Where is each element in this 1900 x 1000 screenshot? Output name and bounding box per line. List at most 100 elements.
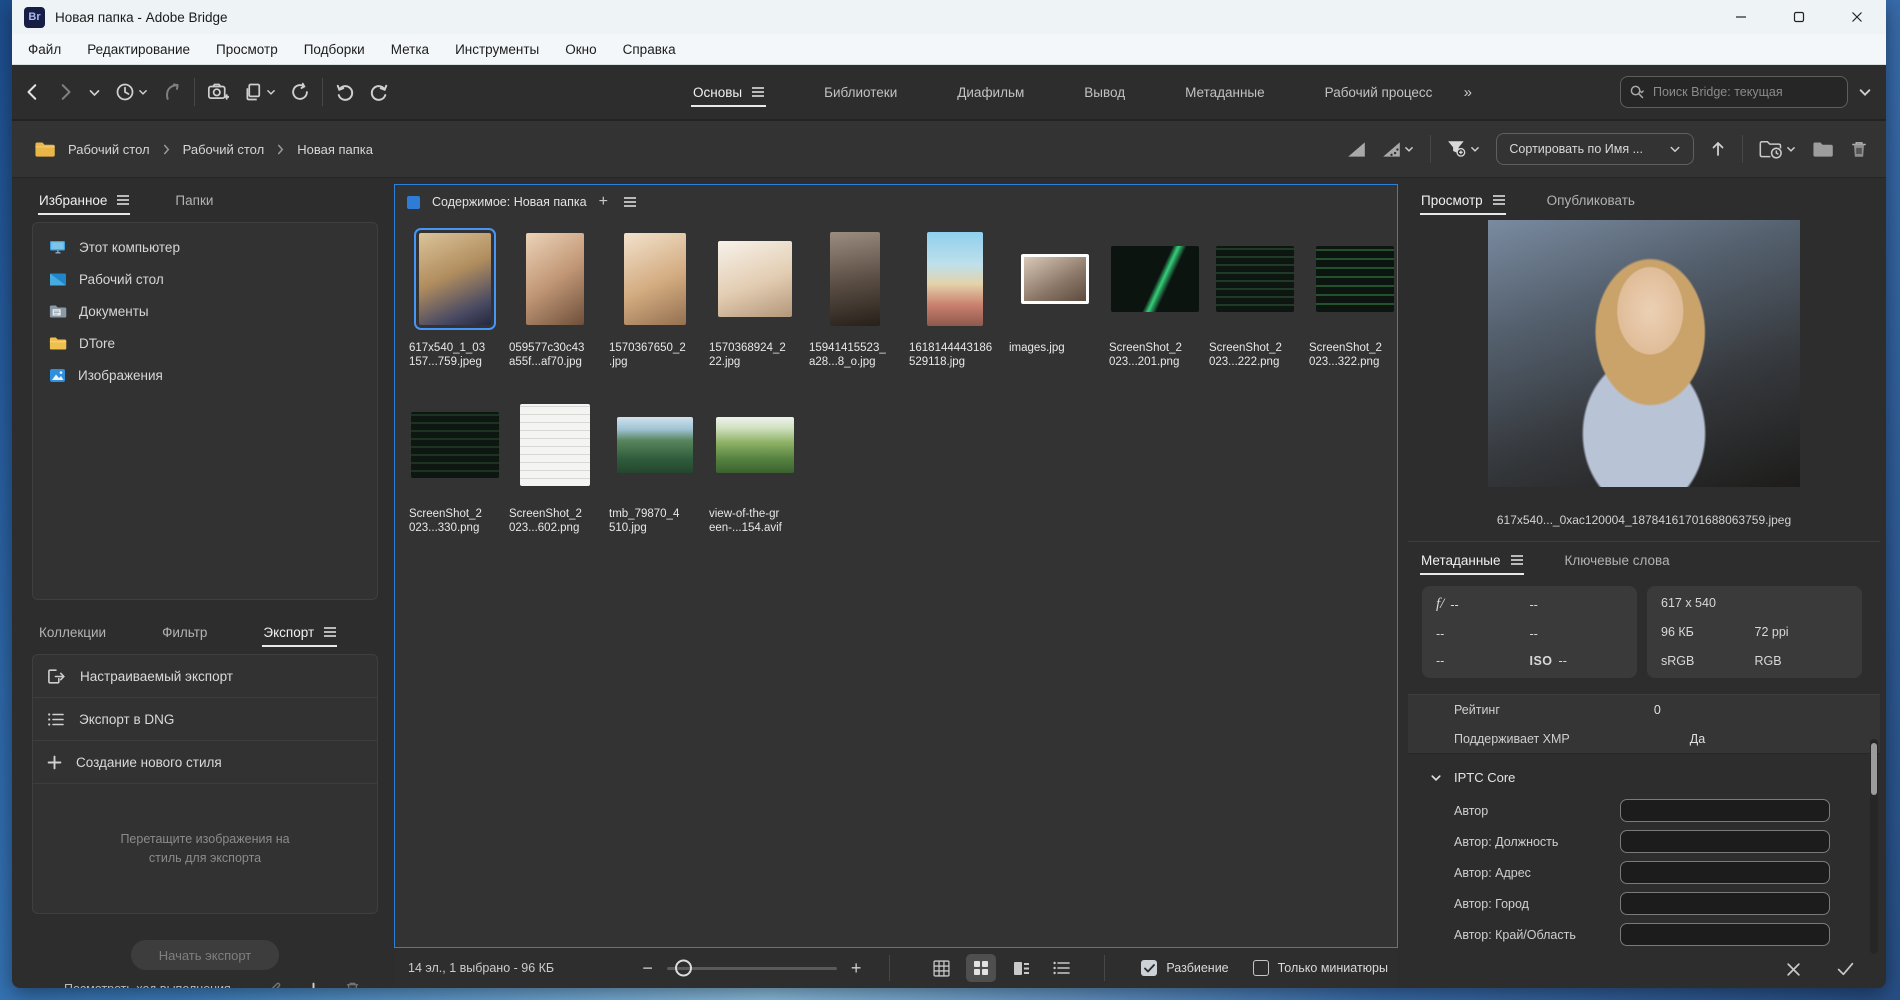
tab-publish[interactable]: Опубликовать — [1546, 187, 1636, 214]
export-row-new-preset[interactable]: Создание нового стиля — [33, 741, 377, 784]
thumbnail-item[interactable]: images.jpg — [1005, 229, 1105, 369]
menu-window[interactable]: Окно — [565, 42, 596, 57]
menu-view[interactable]: Просмотр — [216, 42, 278, 57]
select-all-icon[interactable] — [407, 195, 420, 209]
edit-pencil-icon[interactable] — [266, 981, 282, 988]
thumbnail-item[interactable]: ScreenShot_2 023...222.png — [1205, 229, 1305, 369]
thumbnail-image[interactable] — [1316, 246, 1394, 312]
thumbnail-image[interactable] — [1111, 246, 1199, 312]
favorites-item-documents[interactable]: Документы — [33, 295, 377, 327]
thumbnail-size-slider[interactable] — [666, 959, 837, 977]
revert-icon[interactable] — [162, 82, 182, 102]
panel-menu-icon[interactable] — [623, 201, 636, 203]
menu-tools[interactable]: Инструменты — [455, 42, 539, 57]
quality-ramp-icon[interactable] — [1347, 141, 1366, 158]
tab-favorites[interactable]: Избранное — [38, 187, 131, 215]
slider-knob[interactable] — [674, 959, 692, 977]
thumbnail-item[interactable]: 15941415523_ a28...8_o.jpg — [805, 229, 905, 369]
favorites-item-pictures[interactable]: Изображения — [33, 359, 377, 391]
panel-menu-icon[interactable] — [1492, 199, 1505, 201]
thumbnail-image[interactable] — [520, 404, 590, 486]
thumbnail-image[interactable] — [1216, 246, 1294, 312]
thumbnails-only-toggle[interactable]: Только миниатюры — [1252, 960, 1388, 976]
search-scope-chevron-icon[interactable] — [1858, 85, 1872, 99]
menu-stacks[interactable]: Подборки — [304, 42, 365, 57]
thumbnail-item[interactable]: 1570367650_2 .jpg — [605, 229, 705, 369]
rotate-left-icon[interactable] — [335, 82, 355, 102]
breadcrumb-item-current[interactable]: Новая папка — [297, 142, 373, 157]
workspace-tab-filmstrip[interactable]: Диафильм — [955, 70, 1026, 115]
tab-export[interactable]: Экспорт — [262, 619, 337, 647]
minimize-button[interactable] — [1712, 0, 1770, 34]
tab-folders[interactable]: Папки — [174, 187, 214, 214]
thumbnail-image[interactable] — [716, 417, 794, 473]
iptc-creator-city-input[interactable] — [1620, 892, 1830, 915]
thumbnail-image[interactable] — [718, 241, 792, 317]
thumbnail-item[interactable]: ScreenShot_2 023...330.png — [405, 395, 505, 535]
tab-metadata[interactable]: Метаданные — [1420, 547, 1524, 575]
thumbnail-item[interactable]: ScreenShot_2 023...322.png — [1305, 229, 1397, 369]
cancel-metadata-icon[interactable] — [1786, 962, 1801, 977]
forward-icon[interactable] — [56, 83, 74, 101]
iptc-creator-input[interactable] — [1620, 799, 1830, 822]
favorites-item-this-pc[interactable]: Этот компьютер — [33, 231, 377, 263]
panel-menu-icon[interactable] — [752, 91, 765, 93]
tab-filter[interactable]: Фильтр — [161, 619, 208, 646]
iptc-creator-jobtitle-input[interactable] — [1620, 830, 1830, 853]
favorites-item-desktop[interactable]: Рабочий стол — [33, 263, 377, 295]
thumbnail-image[interactable] — [830, 232, 880, 326]
thumbnail-item[interactable]: 1618144443186 529118.jpg — [905, 229, 1005, 369]
workspace-tab-workflow[interactable]: Рабочий процесс — [1323, 70, 1435, 115]
thumbnail-item[interactable]: 059577c30c43 a55f...af70.jpg — [505, 229, 605, 369]
grid-lock-view-icon[interactable] — [926, 954, 956, 982]
panel-menu-icon[interactable] — [117, 199, 130, 201]
maximize-button[interactable] — [1770, 0, 1828, 34]
tab-preview[interactable]: Просмотр — [1420, 187, 1506, 215]
breadcrumb-item[interactable]: Рабочий стол — [183, 142, 265, 157]
quality-ramp-dropdown[interactable] — [1382, 141, 1414, 158]
thumbnail-image[interactable] — [1021, 254, 1089, 304]
rotate-right-icon[interactable] — [369, 82, 389, 102]
thumbnail-item[interactable]: ScreenShot_2 023...602.png — [505, 395, 605, 535]
close-button[interactable] — [1828, 0, 1886, 34]
zoom-in-icon[interactable]: + — [851, 958, 862, 979]
workspace-tab-essentials[interactable]: Основы — [691, 70, 767, 115]
workspace-tab-libraries[interactable]: Библиотеки — [822, 70, 899, 115]
sort-dropdown[interactable]: Сортировать по Имя ... — [1496, 133, 1694, 165]
trash-icon[interactable] — [345, 981, 360, 988]
iptc-core-section[interactable]: IPTC Core — [1408, 754, 1880, 789]
history-dropdown[interactable] — [115, 82, 148, 102]
search-box[interactable] — [1620, 76, 1848, 108]
menu-file[interactable]: Файл — [28, 42, 61, 57]
thumbnail-item[interactable]: 617x540_1_03 157...759.jpeg — [405, 228, 505, 369]
back-icon[interactable] — [24, 83, 42, 101]
thumbnail-item[interactable]: view-of-the-gr een-...154.avif — [705, 395, 805, 535]
export-row-dng[interactable]: Экспорт в DNG — [33, 698, 377, 741]
thumbnail-item[interactable]: 1570368924_2 22.jpg — [705, 229, 805, 369]
favorites-item-dtore[interactable]: DTore — [33, 327, 377, 359]
import-from-camera-icon[interactable] — [207, 81, 229, 103]
menu-edit[interactable]: Редактирование — [87, 42, 190, 57]
checkbox-checked-icon[interactable] — [1141, 960, 1158, 976]
search-input[interactable] — [1651, 84, 1839, 100]
iptc-creator-address-input[interactable] — [1620, 861, 1830, 884]
zoom-out-icon[interactable]: − — [642, 958, 653, 979]
thumbnail-image[interactable] — [617, 417, 693, 473]
menu-help[interactable]: Справка — [623, 42, 676, 57]
scrollbar-thumb[interactable] — [1871, 743, 1877, 795]
thumbnail-item[interactable]: ScreenShot_2 023...201.png — [1105, 229, 1205, 369]
start-export-button[interactable]: Начать экспорт — [131, 940, 279, 970]
details-view-icon[interactable] — [1006, 954, 1036, 982]
tab-keywords[interactable]: Ключевые слова — [1564, 547, 1671, 574]
list-view-icon[interactable] — [1046, 954, 1076, 982]
metadata-scrollbar[interactable] — [1870, 739, 1878, 954]
thumbnail-image[interactable] — [624, 233, 686, 325]
workspace-tab-metadata[interactable]: Метаданные — [1183, 70, 1267, 115]
workspace-tab-output[interactable]: Вывод — [1082, 70, 1127, 115]
copy-files-dropdown[interactable] — [243, 82, 276, 102]
export-row-custom[interactable]: Настраиваемый экспорт — [33, 655, 377, 698]
add-icon[interactable] — [306, 982, 321, 989]
view-progress-link[interactable]: Посмотреть ход выполнения — [64, 982, 231, 988]
recent-folders-dropdown[interactable] — [1759, 140, 1796, 159]
tab-collections[interactable]: Коллекции — [38, 619, 107, 646]
